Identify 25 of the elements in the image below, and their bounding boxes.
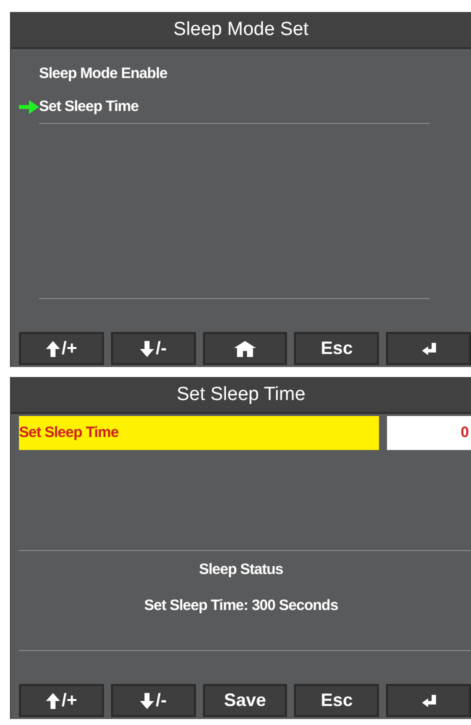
- up-plus-button[interactable]: /+: [19, 684, 104, 717]
- status-heading: Sleep Status: [198, 561, 284, 578]
- value-field[interactable]: 0: [387, 416, 471, 450]
- enter-icon: [422, 340, 436, 356]
- up-arrow-icon: [46, 692, 60, 708]
- field-label: Set Sleep Time: [19, 416, 379, 450]
- down-arrow-icon: [140, 340, 154, 356]
- menu-item[interactable]: Set Sleep Time: [39, 98, 138, 115]
- screen-title: Set Sleep Time: [11, 377, 471, 414]
- down-minus-button[interactable]: /-: [110, 684, 196, 717]
- key-button[interactable]: Esc: [294, 684, 380, 717]
- key-button[interactable]: Esc: [294, 332, 380, 365]
- home-button[interactable]: [202, 332, 288, 365]
- up-plus-button[interactable]: /+: [19, 332, 104, 365]
- menu-item[interactable]: Sleep Mode Enable: [39, 65, 168, 82]
- status-text: Set Sleep Time: 300 Seconds: [144, 597, 338, 614]
- down-minus-button[interactable]: /-: [110, 332, 196, 365]
- up-arrow-icon: [46, 340, 60, 356]
- key-button[interactable]: Save: [202, 684, 288, 717]
- down-arrow-icon: [140, 692, 154, 708]
- screen-title: Sleep Mode Set: [11, 12, 471, 49]
- enter-icon: [422, 692, 436, 708]
- enter-button[interactable]: [386, 332, 471, 365]
- home-icon: [234, 340, 256, 356]
- enter-button[interactable]: [386, 684, 471, 717]
